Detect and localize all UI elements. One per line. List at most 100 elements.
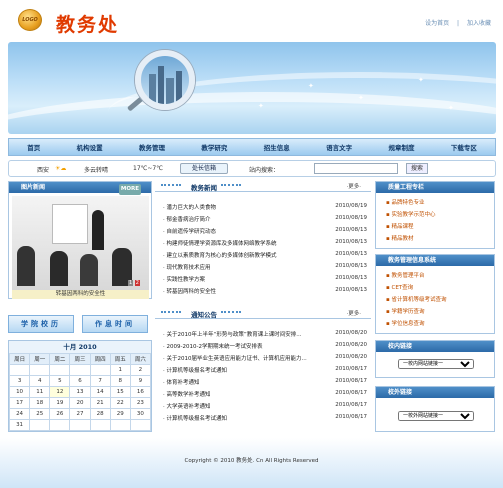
sidebar-link[interactable]: 教务管理平台 bbox=[386, 271, 424, 279]
chief-mailbox-button[interactable]: 处长信箱 bbox=[180, 163, 228, 174]
list-item-title[interactable]: 转基因两科的安全性 bbox=[167, 289, 217, 295]
list-item-title[interactable]: 潘力巨大的人类食物 bbox=[167, 205, 217, 211]
calendar-day[interactable]: 13 bbox=[69, 386, 91, 398]
calendar-day[interactable]: 20 bbox=[69, 397, 91, 409]
list-item-title[interactable]: 体育补考通知 bbox=[167, 380, 200, 386]
nav-downloads[interactable]: 下载专区 bbox=[451, 142, 477, 152]
calendar-day[interactable]: 24 bbox=[8, 408, 31, 420]
search-button[interactable]: 搜索 bbox=[406, 163, 428, 174]
calendar-day[interactable]: 14 bbox=[89, 386, 111, 398]
calendar-day[interactable]: 18 bbox=[29, 397, 51, 409]
sidebar-link[interactable]: 实验教学示范中心 bbox=[386, 210, 435, 218]
school-calendar-button[interactable]: 学院校历 bbox=[8, 315, 74, 333]
photo-caption[interactable]: 转基因两科的安全性 bbox=[12, 290, 149, 299]
calendar-day[interactable]: 31 bbox=[8, 419, 31, 431]
calendar-day[interactable]: 8 bbox=[109, 375, 131, 387]
calendar-day[interactable]: 9 bbox=[129, 375, 152, 387]
calendar-day[interactable]: 16 bbox=[129, 386, 152, 398]
sidebar-link[interactable]: 省计算机等级考试查询 bbox=[386, 295, 446, 303]
list-item[interactable]: · 大学英语补考通知 2010/08/17 bbox=[163, 402, 367, 410]
list-item[interactable]: · 计算机等级报名考试通知 2010/08/17 bbox=[163, 414, 367, 422]
list-item-title[interactable]: 高等数学补考通知 bbox=[167, 392, 211, 398]
list-item-title[interactable]: 关于2010届毕业生英语应用能力证书、计算机应用能力... bbox=[167, 356, 307, 362]
main-nav: 首页 机构设置 教务管理 教学研究 招生信息 语言文字 规章制度 下载专区 bbox=[8, 138, 496, 156]
list-item[interactable]: · 关于2010届毕业生英语应用能力证书、计算机应用能力... 2010/08/2… bbox=[163, 354, 367, 362]
calendar-day[interactable]: 4 bbox=[29, 375, 51, 387]
set-homepage-link[interactable]: 设为首页 bbox=[425, 20, 449, 27]
nav-teaching-research[interactable]: 教学研究 bbox=[201, 142, 227, 152]
calendar-day[interactable]: 30 bbox=[129, 408, 152, 420]
list-item-title[interactable]: 建立以素质教育为核心的多媒体创新教学模式 bbox=[167, 253, 277, 259]
list-item[interactable]: · 2009-2010-2学期期末统一考试安排表 2010/08/20 bbox=[163, 342, 367, 350]
list-item[interactable]: · 潘力巨大的人类食物 2010/08/19 bbox=[163, 203, 367, 211]
list-item[interactable]: · 转基因两科的安全性 2010/08/13 bbox=[163, 287, 367, 295]
external-links-select[interactable]: 一校外网站链接一 bbox=[398, 411, 474, 421]
calendar-day[interactable]: 21 bbox=[89, 397, 111, 409]
list-item[interactable]: · 高等数学补考通知 2010/08/17 bbox=[163, 390, 367, 398]
list-item[interactable]: · 计算机等级报名考试通知 2010/08/17 bbox=[163, 366, 367, 374]
nav-home[interactable]: 首页 bbox=[27, 142, 40, 152]
list-item-date: 2010/08/13 bbox=[335, 287, 367, 293]
list-item[interactable]: · 现代教育技术应用 2010/08/13 bbox=[163, 263, 367, 271]
news-photo[interactable]: 1 2 bbox=[12, 196, 149, 291]
calendar-day[interactable]: 3 bbox=[8, 375, 31, 387]
list-item[interactable]: · 建立以素质教育为核心的多媒体创新教学模式 2010/08/13 bbox=[163, 251, 367, 259]
calendar-day[interactable]: 10 bbox=[8, 386, 31, 398]
nav-academic-affairs[interactable]: 教务管理 bbox=[139, 142, 165, 152]
more-link[interactable]: MORE bbox=[118, 184, 141, 195]
calendar-day[interactable]: 15 bbox=[109, 386, 131, 398]
nav-admissions[interactable]: 招生信息 bbox=[264, 142, 290, 152]
sidebar-link[interactable]: 学籍学历查询 bbox=[386, 307, 424, 315]
list-item[interactable]: · 关于2010年上半年“形势与政策”教育课上课时间安排... 2010/08/2… bbox=[163, 330, 367, 338]
calendar-day[interactable]: 25 bbox=[29, 408, 51, 420]
calendar-day[interactable]: 12 bbox=[49, 386, 71, 398]
sidebar-link[interactable]: CET查询 bbox=[386, 283, 413, 291]
calendar-day[interactable]: 17 bbox=[8, 397, 31, 409]
sidebar-link[interactable]: 精品教材 bbox=[386, 234, 413, 242]
schedule-button[interactable]: 作息时间 bbox=[82, 315, 148, 333]
nav-organization[interactable]: 机构设置 bbox=[77, 142, 103, 152]
calendar-day[interactable]: 27 bbox=[69, 408, 91, 420]
sidebar-link[interactable]: 品牌特色专业 bbox=[386, 198, 424, 206]
more-link[interactable]: ·更多· bbox=[347, 182, 362, 190]
more-link[interactable]: ·更多· bbox=[347, 309, 362, 317]
list-item-title[interactable]: 实践性教学方案 bbox=[167, 277, 206, 283]
calendar-day[interactable]: 22 bbox=[109, 397, 131, 409]
calendar-day[interactable]: 1 bbox=[109, 364, 131, 376]
list-item-title[interactable]: 郁金香病治疗简介 bbox=[167, 217, 211, 223]
calendar-day[interactable]: 6 bbox=[69, 375, 91, 387]
calendar-day[interactable]: 11 bbox=[29, 386, 51, 398]
sidebar-link[interactable]: 学位信息查询 bbox=[386, 319, 424, 327]
nav-regulations[interactable]: 规章制度 bbox=[388, 142, 414, 152]
add-favorite-link[interactable]: 加入收藏 bbox=[467, 20, 491, 27]
calendar-weekday: 周四 bbox=[89, 353, 111, 365]
photo-pager[interactable]: 1 2 bbox=[128, 280, 140, 286]
nav-language[interactable]: 语言文字 bbox=[326, 142, 352, 152]
list-item-title[interactable]: 现代教育技术应用 bbox=[167, 265, 211, 271]
list-item[interactable]: · 郁金香病治疗简介 2010/08/19 bbox=[163, 215, 367, 223]
calendar-day[interactable]: 29 bbox=[109, 408, 131, 420]
calendar-day bbox=[69, 364, 91, 376]
list-item-title[interactable]: 2009-2010-2学期期末统一考试安排表 bbox=[167, 344, 263, 350]
list-item-title[interactable]: 关于2010年上半年“形势与政策”教育课上课时间安排... bbox=[167, 332, 302, 338]
list-item[interactable]: · 构建师徒情理学资源库及多媒体网络教学系统 2010/08/13 bbox=[163, 239, 367, 247]
calendar-day[interactable]: 2 bbox=[129, 364, 152, 376]
list-item[interactable]: · 自前遗传学研究动态 2010/08/13 bbox=[163, 227, 367, 235]
list-item-title[interactable]: 自前遗传学研究动态 bbox=[167, 229, 217, 235]
list-item-title[interactable]: 大学英语补考通知 bbox=[167, 404, 211, 410]
calendar-day[interactable]: 26 bbox=[49, 408, 71, 420]
list-item[interactable]: · 实践性教学方案 2010/08/13 bbox=[163, 275, 367, 283]
list-item[interactable]: · 体育补考通知 2010/08/17 bbox=[163, 378, 367, 386]
campus-links-select[interactable]: 一校内网站链接一 bbox=[398, 359, 474, 369]
calendar-day[interactable]: 23 bbox=[129, 397, 152, 409]
calendar-day[interactable]: 5 bbox=[49, 375, 71, 387]
logo[interactable]: LOGO bbox=[18, 9, 42, 31]
sidebar-link[interactable]: 精品课程 bbox=[386, 222, 413, 230]
calendar-day[interactable]: 19 bbox=[49, 397, 71, 409]
list-item-title[interactable]: 计算机等级报名考试通知 bbox=[167, 416, 228, 422]
calendar-day[interactable]: 7 bbox=[89, 375, 111, 387]
calendar-day[interactable]: 28 bbox=[89, 408, 111, 420]
list-item-title[interactable]: 计算机等级报名考试通知 bbox=[167, 368, 228, 374]
list-item-title[interactable]: 构建师徒情理学资源库及多媒体网络教学系统 bbox=[167, 241, 277, 247]
search-input[interactable] bbox=[314, 163, 398, 174]
